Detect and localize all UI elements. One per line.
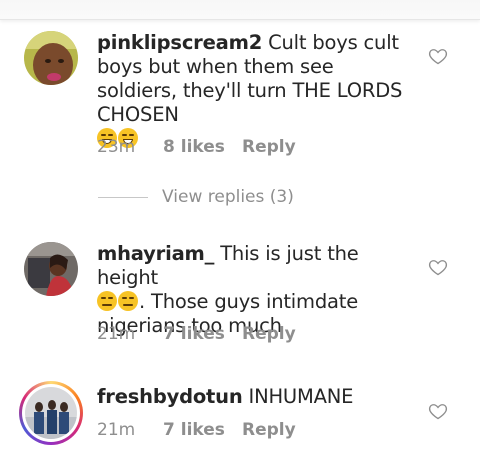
comment-username[interactable]: mhayriam_ xyxy=(97,242,214,265)
comment-likes[interactable]: 7 likes xyxy=(163,324,242,344)
comment-time: 23m xyxy=(97,137,136,157)
heart-icon[interactable] xyxy=(428,257,448,277)
comment-text: pinklipscream2 Cult boys cult boys but w… xyxy=(97,31,412,151)
divider-line xyxy=(98,196,148,198)
comment-meta: 21m 7 likes Reply xyxy=(97,324,296,344)
avatar[interactable] xyxy=(24,242,78,296)
avatar xyxy=(25,387,77,439)
reply-button[interactable]: Reply xyxy=(242,137,296,157)
reply-button[interactable]: Reply xyxy=(242,420,296,440)
story-ring-avatar[interactable] xyxy=(19,381,83,445)
heart-icon[interactable] xyxy=(428,46,448,66)
comment-username[interactable]: freshbydotun xyxy=(97,385,243,408)
comment-body: INHUMANE xyxy=(248,385,354,408)
top-bar-edge xyxy=(0,0,480,20)
comment-time: 21m xyxy=(97,324,136,344)
unamused-emoji xyxy=(97,291,117,311)
reply-button[interactable]: Reply xyxy=(242,324,296,344)
unamused-emoji xyxy=(118,291,138,311)
comment-username[interactable]: pinklipscream2 xyxy=(97,31,262,54)
comment-meta: 23m 8 likes Reply xyxy=(97,137,296,157)
view-replies-button[interactable]: View replies (3) xyxy=(98,187,294,207)
comment-likes[interactable]: 8 likes xyxy=(163,137,242,157)
comment-text: freshbydotun INHUMANE xyxy=(97,385,412,409)
heart-icon[interactable] xyxy=(428,401,448,421)
comment-meta: 21m 7 likes Reply xyxy=(97,420,296,440)
comment-likes[interactable]: 7 likes xyxy=(163,420,242,440)
view-replies-label: View replies (3) xyxy=(162,187,294,207)
comment-time: 21m xyxy=(97,420,136,440)
avatar[interactable] xyxy=(24,31,78,85)
